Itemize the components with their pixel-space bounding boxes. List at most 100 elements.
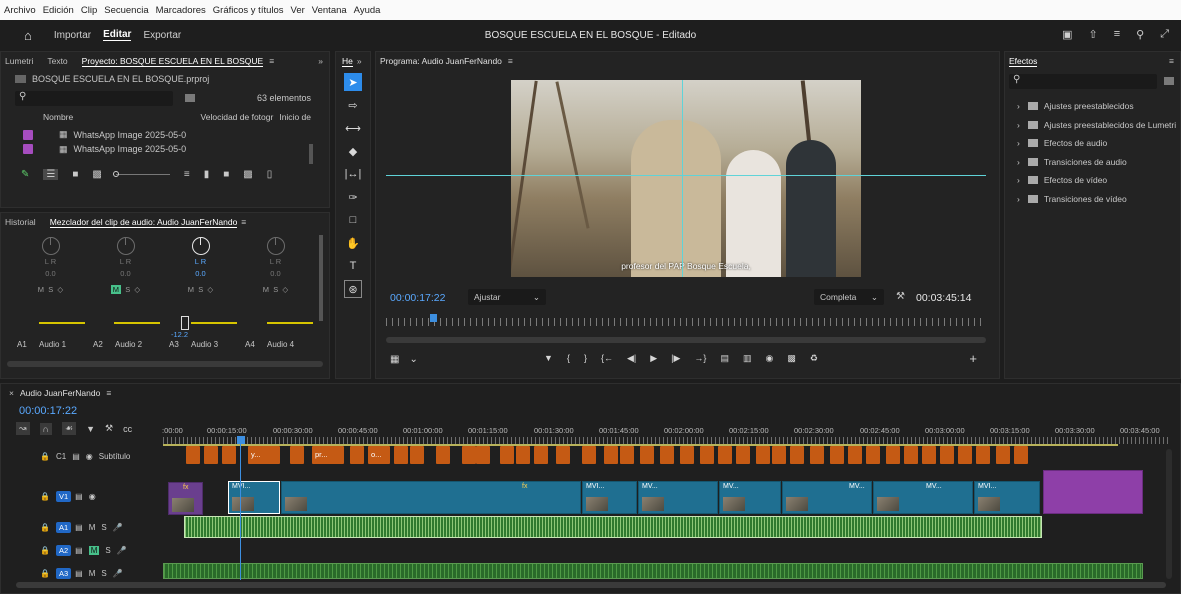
- subtitle-clip[interactable]: [790, 446, 804, 464]
- subtitle-clip[interactable]: [756, 446, 770, 464]
- subtitle-clip[interactable]: [886, 446, 900, 464]
- razor-icon[interactable]: ◆: [344, 142, 362, 160]
- subtitle-clip[interactable]: [1014, 446, 1028, 464]
- tab-texto[interactable]: Texto: [47, 56, 67, 66]
- video-clip[interactable]: fx: [281, 481, 581, 514]
- chevron-down-icon[interactable]: ⌄: [409, 354, 417, 365]
- subtitle-clip[interactable]: [186, 446, 200, 464]
- subtitle-clip[interactable]: [350, 446, 364, 464]
- effects-folder[interactable]: › Ajustes preestablecidos: [1017, 97, 1180, 116]
- tab-lumetri[interactable]: Lumetri: [5, 56, 33, 66]
- subtitle-clip[interactable]: [810, 446, 824, 464]
- keyframe-icon[interactable]: ◇: [282, 285, 288, 294]
- microphone-icon[interactable]: 🎤: [113, 523, 123, 532]
- tab-sequence[interactable]: Audio JuanFerNando: [20, 388, 100, 398]
- caption-tool-icon[interactable]: ⊛: [344, 280, 362, 298]
- mute-button[interactable]: M: [88, 545, 100, 555]
- list-view-icon[interactable]: ☰: [43, 168, 59, 180]
- new-item-icon[interactable]: ▩: [243, 169, 252, 180]
- tab-herramientas[interactable]: He: [342, 56, 353, 67]
- mixer-hscroll[interactable]: [7, 361, 323, 367]
- subtitle-clip[interactable]: pr...: [312, 446, 344, 464]
- subtitle-clip[interactable]: [866, 446, 880, 464]
- wrench-icon[interactable]: ⚒: [105, 423, 113, 434]
- lock-icon[interactable]: 🔒: [40, 492, 50, 501]
- microphone-icon[interactable]: 🎤: [113, 569, 123, 578]
- solo-button[interactable]: S: [198, 285, 203, 294]
- tab-programa[interactable]: Programa: Audio JuanFerNando: [380, 56, 502, 66]
- mute-button[interactable]: M: [263, 285, 269, 294]
- subtitle-clip[interactable]: [582, 446, 596, 464]
- tab-menu-icon[interactable]: ≡: [106, 388, 111, 398]
- video-clip[interactable]: MVI...: [974, 481, 1040, 514]
- menu-graficos[interactable]: Gráficos y títulos: [213, 5, 284, 16]
- snap-icon[interactable]: ∩: [39, 422, 53, 435]
- mute-button[interactable]: M: [188, 285, 194, 294]
- sync-lock-icon[interactable]: ▤: [75, 492, 83, 501]
- program-scroll[interactable]: [386, 337, 986, 343]
- pan-knob[interactable]: [116, 237, 135, 255]
- subtitle-clip[interactable]: [736, 446, 750, 464]
- home-icon[interactable]: ⌂: [24, 28, 32, 43]
- solo-button[interactable]: S: [101, 523, 106, 532]
- sync-lock-icon[interactable]: ▤: [75, 523, 83, 532]
- lock-icon[interactable]: 🔒: [40, 569, 50, 578]
- ripple-edit-icon[interactable]: ⟷: [344, 119, 362, 137]
- solo-button[interactable]: S: [101, 569, 106, 578]
- mute-button[interactable]: M: [38, 285, 44, 294]
- zoom-slider[interactable]: [112, 170, 170, 177]
- audio-clip-a3[interactable]: [163, 563, 1143, 579]
- video-clip[interactable]: MV...: [873, 481, 973, 514]
- mixer-scrollbar[interactable]: [319, 235, 323, 321]
- subtitle-clip[interactable]: [640, 446, 654, 464]
- pen-icon[interactable]: ✑: [344, 188, 362, 206]
- subtitle-clip[interactable]: [848, 446, 862, 464]
- slip-icon[interactable]: |↔|: [344, 165, 362, 183]
- subtitle-clip[interactable]: o...: [368, 446, 390, 464]
- subtitle-clip[interactable]: [204, 446, 218, 464]
- subtitle-clip[interactable]: [830, 446, 844, 464]
- effects-folder[interactable]: › Transiciones de audio: [1017, 153, 1180, 172]
- sort-icon[interactable]: ≡: [184, 169, 190, 180]
- add-marker-icon[interactable]: ▼: [544, 353, 553, 364]
- subtitle-clip[interactable]: [718, 446, 732, 464]
- add-marker-icon[interactable]: ▼: [86, 424, 95, 434]
- folder-icon[interactable]: ■: [223, 169, 229, 180]
- mute-button[interactable]: M: [89, 569, 96, 578]
- program-ruler[interactable]: [386, 318, 986, 326]
- tab-mezclador[interactable]: Mezclador del clip de audio: Audio JuanF…: [49, 217, 238, 228]
- panel-layout-icon[interactable]: ▣: [1062, 28, 1072, 41]
- step-back-icon[interactable]: ◀|: [627, 353, 636, 364]
- menu-marcadores[interactable]: Marcadores: [156, 5, 206, 16]
- subtitle-clip[interactable]: [996, 446, 1010, 464]
- pan-knob[interactable]: [191, 237, 210, 255]
- project-scrollbar[interactable]: [309, 144, 313, 164]
- tab-menu-icon[interactable]: ≡: [508, 56, 513, 66]
- rectangle-icon[interactable]: □: [344, 211, 362, 229]
- safe-margins-icon[interactable]: ▦: [390, 354, 399, 365]
- menu-secuencia[interactable]: Secuencia: [104, 5, 148, 16]
- timeline-ruler[interactable]: [163, 437, 1171, 444]
- video-clip[interactable]: MV...: [782, 481, 872, 514]
- nest-icon[interactable]: ↝: [16, 422, 30, 435]
- subtitle-clip[interactable]: [922, 446, 936, 464]
- effects-folder[interactable]: › Ajustes preestablecidos de Lumetri: [1017, 116, 1180, 135]
- mute-button[interactable]: M: [89, 523, 96, 532]
- solo-button[interactable]: S: [105, 546, 110, 555]
- type-icon[interactable]: T: [344, 257, 362, 275]
- effects-folder[interactable]: › Efectos de vídeo: [1017, 171, 1180, 190]
- subtitle-clip[interactable]: [620, 446, 634, 464]
- pan-knob[interactable]: [266, 237, 285, 255]
- track-id[interactable]: V1: [55, 490, 72, 502]
- video-clip[interactable]: MV...: [719, 481, 781, 514]
- workspaces-icon[interactable]: ≡: [1114, 28, 1120, 41]
- lock-icon[interactable]: 🔒: [40, 546, 50, 555]
- subtitle-clip[interactable]: [700, 446, 714, 464]
- subtitle-clip[interactable]: [958, 446, 972, 464]
- freeform-view-icon[interactable]: ▩: [92, 169, 101, 180]
- video-clip[interactable]: [1043, 470, 1143, 514]
- effects-folder[interactable]: › Transiciones de vídeo: [1017, 190, 1180, 209]
- subtitle-clip[interactable]: [222, 446, 236, 464]
- effects-search-input[interactable]: ⚲: [1009, 74, 1157, 89]
- compare-icon[interactable]: ▩: [787, 353, 796, 364]
